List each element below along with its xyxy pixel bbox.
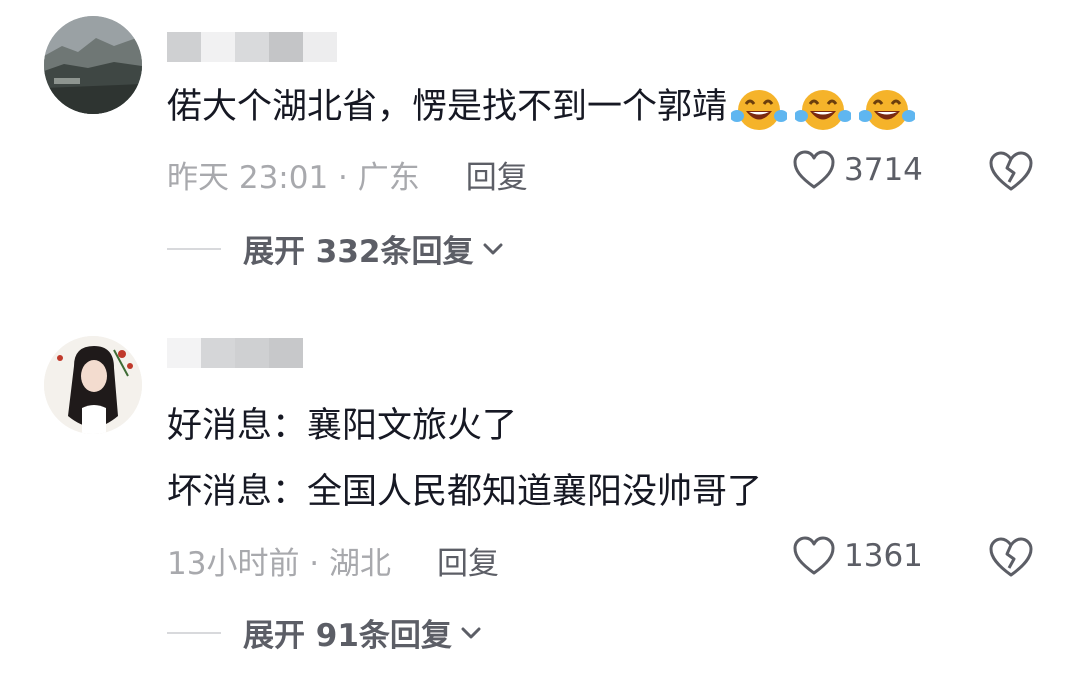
expand-replies-button[interactable]: 展开 91条回复 <box>167 610 482 655</box>
laughing-crying-emoji-icon <box>731 90 788 130</box>
comment-item: 偌大个湖北省，愣是找不到一个郭靖 昨天 23:01 · 广东 回复 3714 展… <box>0 0 1080 300</box>
like-button[interactable]: 1361 <box>792 536 923 576</box>
avatar[interactable] <box>44 336 142 434</box>
comment-time-location: 昨天 23:01 · 广东 <box>167 160 420 196</box>
avatar[interactable] <box>44 16 142 114</box>
comment-item: 好消息：襄阳文旅火了 坏消息：全国人民都知道襄阳没帅哥了 13小时前 · 湖北 … <box>0 320 1080 693</box>
dislike-button[interactable] <box>988 150 1034 192</box>
reply-button[interactable]: 回复 <box>437 538 499 583</box>
expand-replies-button[interactable]: 展开 332条回复 <box>167 226 504 271</box>
like-count: 1361 <box>844 538 923 574</box>
heart-outline-icon <box>793 536 835 575</box>
comment-text-line: 好消息：襄阳文旅火了 <box>167 406 518 446</box>
expand-replies-label: 展开 91条回复 <box>243 618 452 654</box>
chevron-down-icon <box>483 243 503 254</box>
comment-meta: 13小时前 · 湖北 回复 <box>167 538 499 583</box>
comment-text: 偌大个湖北省，愣是找不到一个郭靖 <box>167 84 916 132</box>
divider-line <box>167 631 221 634</box>
broken-heart-icon <box>989 151 1033 191</box>
avatar-portrait-image <box>44 336 142 434</box>
username-blurred <box>167 32 337 62</box>
reply-button[interactable]: 回复 <box>466 152 528 197</box>
dislike-button[interactable] <box>988 536 1034 578</box>
like-button[interactable]: 3714 <box>792 150 923 190</box>
like-count: 3714 <box>844 152 923 188</box>
comment-text-line: 坏消息：全国人民都知道襄阳没帅哥了 <box>167 472 763 512</box>
avatar-landscape-image <box>44 16 142 114</box>
expand-replies-label: 展开 332条回复 <box>243 234 474 270</box>
broken-heart-icon <box>989 537 1033 577</box>
username-blurred <box>167 338 303 368</box>
chevron-down-icon <box>461 627 481 638</box>
divider-line <box>167 247 221 250</box>
comment-time-location: 13小时前 · 湖北 <box>167 546 392 582</box>
laughing-crying-emoji-icon <box>795 90 852 130</box>
heart-outline-icon <box>793 150 835 189</box>
comment-meta: 昨天 23:01 · 广东 回复 <box>167 152 528 197</box>
laughing-crying-emoji-icon <box>859 90 916 130</box>
